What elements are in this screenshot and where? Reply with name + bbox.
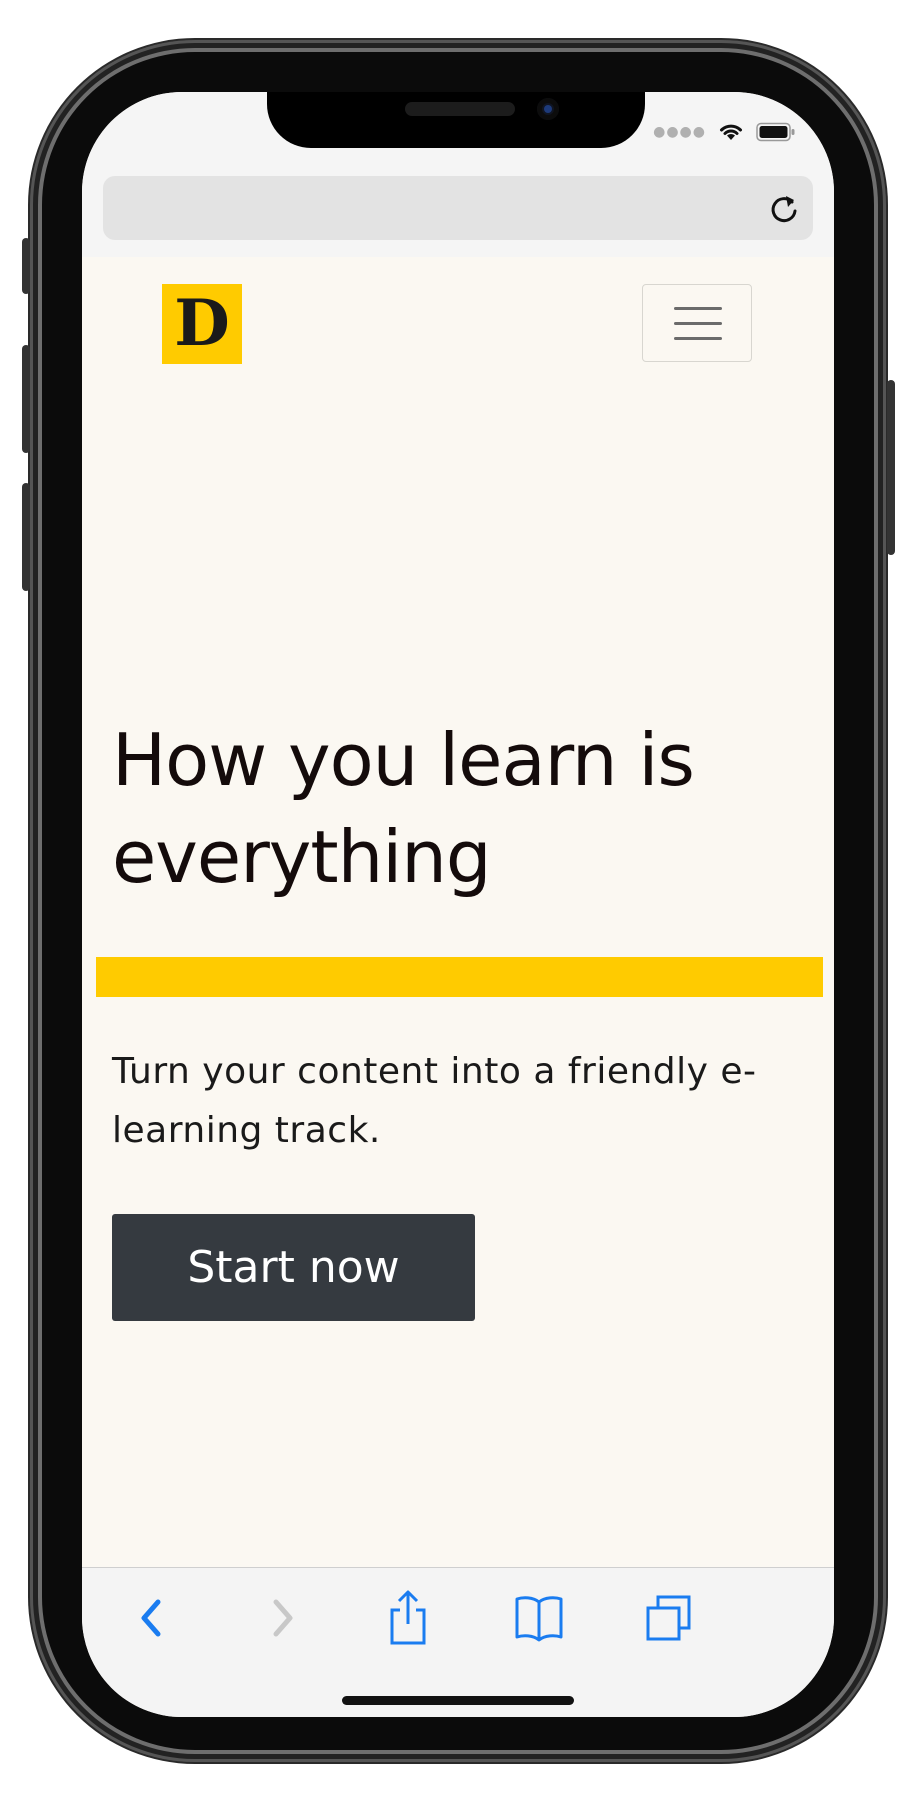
share-icon[interactable] [378, 1588, 438, 1648]
battery-icon [756, 122, 796, 142]
forward-icon[interactable] [252, 1588, 312, 1648]
back-icon[interactable] [122, 1588, 182, 1648]
title-highlight-bar [96, 957, 823, 997]
bookmarks-icon[interactable] [509, 1588, 569, 1648]
hamburger-icon [674, 307, 722, 310]
url-bar[interactable] [103, 176, 813, 240]
volume-down-button [22, 483, 30, 591]
hamburger-icon [674, 337, 722, 340]
hero-subtitle: Turn your content into a friendly e-lear… [112, 1051, 757, 1151]
home-indicator[interactable] [342, 1696, 574, 1705]
hamburger-menu-button[interactable] [642, 284, 752, 362]
status-bar: ●●●● [653, 122, 796, 142]
hamburger-icon [674, 322, 722, 325]
tabs-icon[interactable] [639, 1588, 699, 1648]
wifi-icon [718, 122, 744, 142]
power-button [887, 380, 895, 555]
speaker-grille [405, 102, 515, 116]
front-camera [537, 98, 559, 120]
screen: ●●●● D How you learn is everything Turn … [82, 92, 834, 1717]
silent-switch [22, 238, 30, 294]
site-logo[interactable]: D [162, 284, 242, 364]
notch [267, 92, 645, 148]
web-page: D How you learn is everything Turn your … [82, 257, 834, 1567]
reload-icon[interactable] [767, 192, 801, 226]
signal-dots-icon: ●●●● [653, 124, 706, 140]
start-now-button[interactable]: Start now [112, 1214, 475, 1321]
volume-up-button [22, 345, 30, 453]
hero-title: How you learn is everything [112, 718, 695, 899]
browser-toolbar [82, 1567, 834, 1717]
logo-letter: D [174, 286, 230, 361]
